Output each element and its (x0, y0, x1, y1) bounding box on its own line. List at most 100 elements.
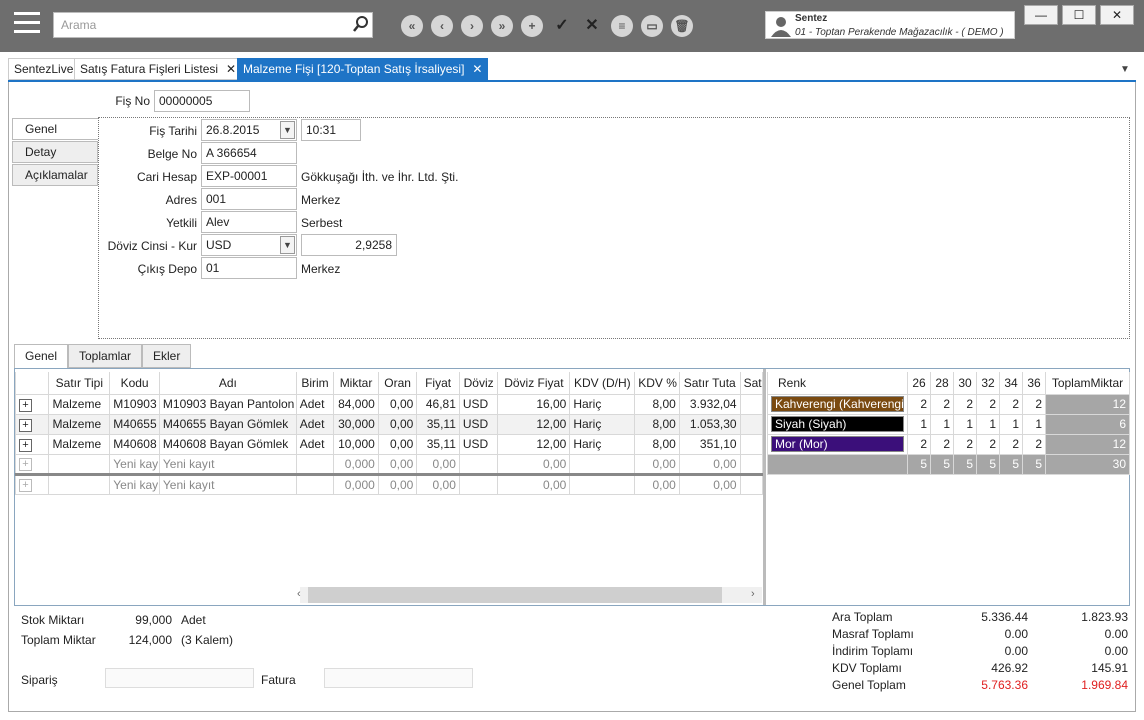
grid-header[interactable]: Oran (377, 372, 418, 395)
grid-cell[interactable]: Hariç (569, 433, 636, 455)
grid-cell[interactable]: 0,00 (377, 472, 418, 495)
cari-hesap-field[interactable]: EXP-00001 (201, 165, 297, 187)
color-grid-header[interactable]: 32 (976, 372, 1000, 395)
grid-cell[interactable] (739, 472, 764, 495)
scroll-right-icon[interactable]: › (751, 588, 755, 600)
grid-header[interactable]: Birim (295, 372, 335, 395)
grid-cell[interactable]: 0,00 (416, 472, 460, 495)
yetkili-field[interactable]: Alev (201, 211, 297, 233)
grid-cell[interactable]: 35,11 (416, 413, 460, 435)
tab-menu-chevron-down-icon[interactable]: ▼ (1120, 64, 1130, 75)
grid-cell[interactable]: 8,00 (634, 413, 680, 435)
list-icon[interactable]: ≡ (611, 15, 633, 37)
tab-satis-fatura[interactable]: Satış Fatura Fişleri Listesi ✕ (74, 58, 243, 80)
adres-field[interactable]: 001 (201, 188, 297, 210)
save-check-icon[interactable]: ✓ (551, 15, 573, 37)
grid-cell[interactable]: Adet (295, 433, 335, 455)
size-qty-cell[interactable]: 2 (907, 393, 931, 415)
row-expander[interactable]: + (14, 393, 50, 415)
grid-cell[interactable]: 0,00 (678, 453, 741, 475)
grid-cell[interactable] (48, 472, 111, 495)
size-qty-cell[interactable]: 1 (907, 413, 931, 435)
grid-cell[interactable] (458, 472, 499, 495)
grid-cell[interactable]: M10903 (109, 393, 160, 415)
grid-cell[interactable]: 0,00 (678, 472, 741, 495)
belge-no-field[interactable]: A 366654 (201, 142, 297, 164)
size-qty-cell[interactable]: 1 (1022, 413, 1046, 435)
search-icon[interactable] (353, 16, 369, 32)
grid-cell[interactable] (739, 413, 764, 435)
date-dropdown-chevron-icon[interactable]: ▼ (280, 121, 295, 139)
size-qty-cell[interactable]: 1 (976, 413, 1000, 435)
grid-cell[interactable]: 8,00 (634, 433, 680, 455)
user-panel[interactable]: Sentez 01 - Toptan Perakende Mağazacılık… (765, 11, 1015, 39)
scrollbar-thumb[interactable] (308, 587, 722, 603)
grid-header[interactable]: Satır Tipi (48, 372, 111, 395)
grid-cell[interactable]: Yeni kayıt (158, 472, 297, 495)
size-qty-cell[interactable]: 1 (953, 413, 977, 435)
grid-header[interactable]: Kodu (109, 372, 160, 395)
grid-cell[interactable] (739, 453, 764, 475)
size-qty-cell[interactable]: 2 (953, 393, 977, 415)
grid-header[interactable]: Adı (158, 372, 297, 395)
keyboard-icon[interactable]: ▭ (641, 15, 663, 37)
size-qty-cell[interactable]: 1 (999, 413, 1023, 435)
grid-cell[interactable]: 351,10 (678, 433, 741, 455)
grid-cell[interactable]: 0,00 (634, 472, 680, 495)
grid-cell[interactable] (458, 453, 499, 475)
previous-record-icon[interactable]: ‹ (431, 15, 453, 37)
grid-cell[interactable] (569, 453, 636, 475)
grid-header[interactable]: KDV % (634, 372, 680, 395)
size-qty-cell[interactable]: 2 (907, 433, 931, 455)
color-row[interactable]: Siyah (Siyah) 1 1 1 1 1 1 6 (767, 413, 1130, 435)
grid-header[interactable]: Miktar (333, 372, 379, 395)
delete-trash-icon[interactable]: 🗑 (671, 15, 693, 37)
size-qty-cell[interactable]: 2 (999, 393, 1023, 415)
first-record-icon[interactable]: « (401, 15, 423, 37)
grid-cell[interactable]: Adet (295, 393, 335, 415)
color-grid-header[interactable]: 36 (1022, 372, 1046, 395)
grid-header[interactable]: KDV (D/H) (569, 372, 636, 395)
maximize-icon[interactable]: ☐ (1062, 5, 1096, 25)
grid-cell[interactable]: 0,000 (333, 472, 379, 495)
grid-cell[interactable]: Hariç (569, 413, 636, 435)
size-qty-cell[interactable]: 2 (1022, 393, 1046, 415)
grid-cell[interactable]: Yeni kayı (109, 472, 160, 495)
row-expander[interactable]: + (14, 433, 50, 455)
grid-cell[interactable] (295, 472, 335, 495)
table-row[interactable]: + Malzeme M40608 M40608 Bayan Gömlek Adet 10,… (14, 433, 764, 455)
grid-header[interactable]: Satır Tuta (678, 372, 741, 395)
grid-header[interactable]: Satı (739, 372, 764, 395)
grid-cell[interactable]: 30,000 (333, 413, 379, 435)
color-grid-header[interactable]: 26 (907, 372, 931, 395)
size-qty-cell[interactable]: 2 (930, 393, 954, 415)
grid-cell[interactable]: 35,11 (416, 433, 460, 455)
grid-header[interactable]: Döviz (458, 372, 499, 395)
grid-cell[interactable]: M10903 Bayan Pantolon (158, 393, 297, 415)
close-window-icon[interactable]: ✕ (1100, 5, 1134, 25)
color-grid-header[interactable]: 34 (999, 372, 1023, 395)
grid-cell[interactable]: Malzeme (48, 413, 111, 435)
grid-cell[interactable]: 0,00 (634, 453, 680, 475)
grid-cell[interactable]: Yeni kayıt (158, 453, 297, 475)
close-tab-icon[interactable]: ✕ (472, 62, 482, 76)
row-expander[interactable]: + (14, 413, 50, 435)
size-qty-cell[interactable]: 1 (930, 413, 954, 435)
size-qty-cell[interactable]: 2 (976, 393, 1000, 415)
search-input[interactable]: Arama (53, 12, 373, 38)
add-icon[interactable]: + (521, 15, 543, 37)
grid-cell[interactable]: USD (458, 433, 499, 455)
side-tab-aciklamalar[interactable]: Açıklamalar (12, 164, 98, 186)
time-field[interactable]: 10:31 (301, 119, 361, 141)
tab-toplamlar[interactable]: Toplamlar (68, 344, 143, 368)
grid-cell[interactable]: 46,81 (416, 393, 460, 415)
size-qty-cell[interactable]: 2 (999, 433, 1023, 455)
new-record-row[interactable]: + Yeni kayı Yeni kayıt 0,000 0,00 0,00 0,00 0,0… (14, 472, 764, 495)
hamburger-menu-icon[interactable] (14, 12, 40, 36)
side-tab-genel[interactable]: Genel (12, 118, 98, 140)
size-qty-cell[interactable]: 2 (953, 433, 977, 455)
grid-cell[interactable]: 0,00 (497, 453, 571, 475)
cikis-depo-field[interactable]: 01 (201, 257, 297, 279)
grid-cell[interactable]: M40608 (109, 433, 160, 455)
expand-plus-icon[interactable]: + (19, 458, 32, 471)
